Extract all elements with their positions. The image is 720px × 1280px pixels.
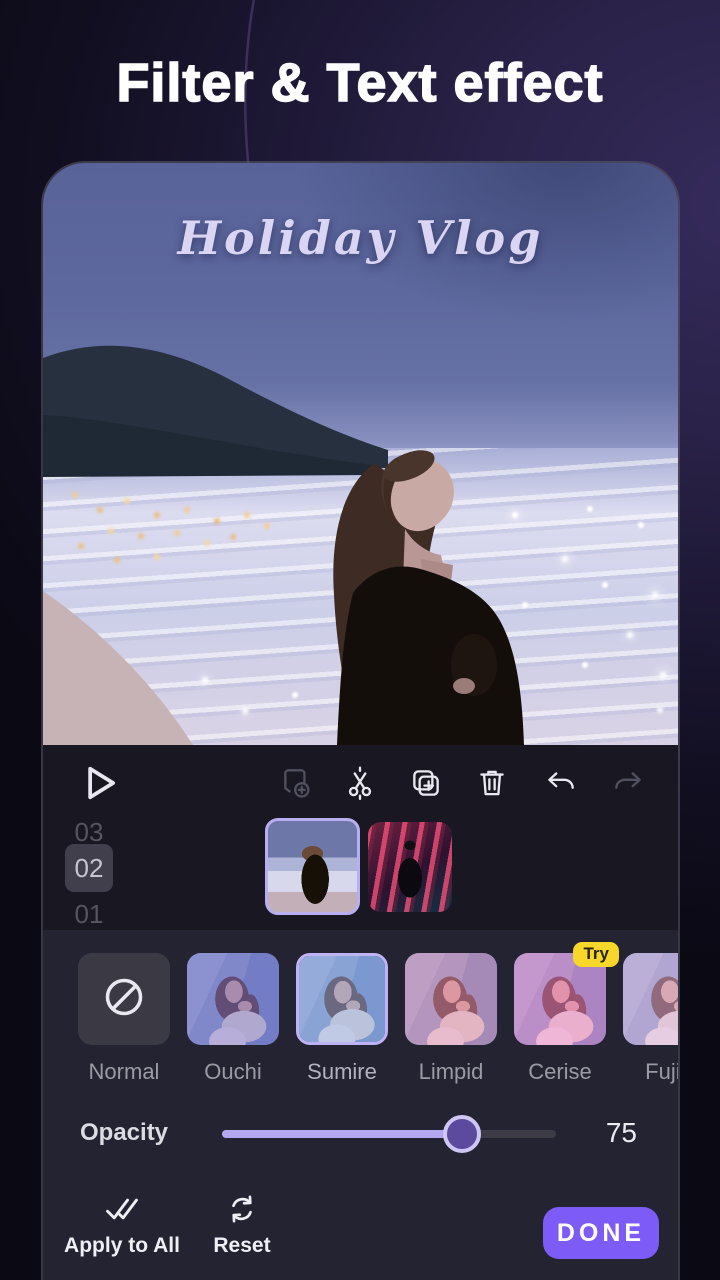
add-clip-icon[interactable]	[279, 765, 315, 801]
double-check-icon	[57, 1192, 187, 1226]
editor-card: Holiday Vlog	[43, 163, 678, 1280]
filter-row: Normal Ouchi Sumire Limpid Try	[78, 953, 678, 1085]
filter-label: Sumire	[296, 1059, 388, 1085]
undo-icon[interactable]	[543, 765, 579, 801]
filter-item-fujin[interactable]: Fujin	[623, 953, 678, 1085]
filter-item-cerise[interactable]: Try Cerise	[514, 953, 606, 1085]
filter-label: Fujin	[623, 1059, 678, 1085]
redo-icon[interactable]	[610, 765, 646, 801]
filter-label: Cerise	[514, 1059, 606, 1085]
split-icon[interactable]	[342, 765, 378, 801]
reset-icon	[177, 1192, 307, 1226]
track-label-01[interactable]: 01	[65, 897, 113, 931]
filter-item-limpid[interactable]: Limpid	[405, 953, 497, 1085]
play-button[interactable]	[77, 760, 123, 806]
track-label-02[interactable]: 02	[65, 844, 113, 892]
timeline[interactable]: 03 02 01	[43, 815, 678, 930]
clip-thumbnail-beach[interactable]	[265, 818, 360, 915]
apply-to-all-button[interactable]: Apply to All	[57, 1192, 187, 1258]
apply-to-all-label: Apply to All	[57, 1234, 187, 1258]
page-title: Filter & Text effect	[0, 52, 720, 114]
filter-item-normal[interactable]: Normal	[78, 953, 170, 1085]
opacity-slider[interactable]	[222, 1130, 556, 1138]
done-button[interactable]: DONE	[543, 1207, 659, 1259]
edit-toolbar	[43, 745, 678, 815]
filter-item-sumire[interactable]: Sumire	[296, 953, 388, 1085]
opacity-slider-fill	[222, 1130, 462, 1138]
opacity-value: 75	[577, 1117, 637, 1149]
clip-thumbnail-neon[interactable]	[368, 822, 452, 912]
duplicate-icon[interactable]	[408, 765, 444, 801]
opacity-label: Opacity	[80, 1119, 168, 1147]
video-preview[interactable]: Holiday Vlog	[43, 163, 678, 745]
filter-item-ouchi[interactable]: Ouchi	[187, 953, 279, 1085]
filter-label: Normal	[78, 1059, 170, 1085]
try-badge: Try	[573, 942, 619, 967]
reset-label: Reset	[177, 1234, 307, 1258]
no-filter-icon	[102, 975, 146, 1024]
delete-icon[interactable]	[474, 765, 510, 801]
opacity-slider-thumb[interactable]	[443, 1115, 481, 1153]
filter-label: Ouchi	[187, 1059, 279, 1085]
reset-button[interactable]: Reset	[177, 1192, 307, 1258]
filter-panel: Normal Ouchi Sumire Limpid Try	[43, 930, 678, 1280]
filter-label: Limpid	[405, 1059, 497, 1085]
text-effect-overlay[interactable]: Holiday Vlog	[43, 211, 678, 265]
